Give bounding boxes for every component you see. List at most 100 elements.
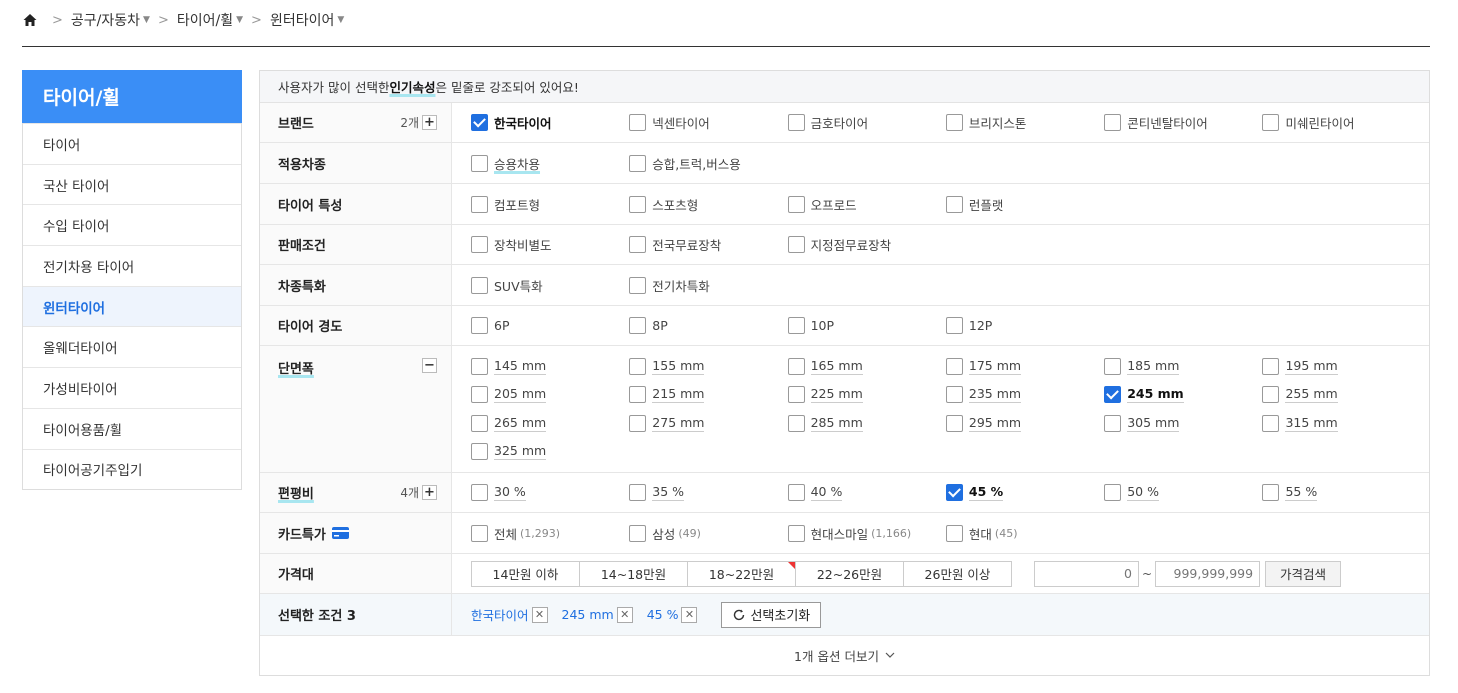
filter-option[interactable]: 전체 (1,293): [471, 519, 629, 548]
filter-option[interactable]: 175 mm: [945, 352, 1104, 381]
filter-option[interactable]: 315 mm: [1262, 409, 1420, 438]
price-range-button[interactable]: 22~26만원: [795, 560, 904, 587]
filter-option[interactable]: 155 mm: [629, 352, 787, 381]
breadcrumb-item-category[interactable]: 공구/자동차 ▼: [71, 10, 150, 30]
filter-option[interactable]: 215 mm: [629, 381, 787, 410]
checkbox-icon[interactable]: [787, 386, 805, 404]
filter-option[interactable]: 30 %: [471, 478, 629, 507]
checkbox-icon[interactable]: [471, 236, 488, 253]
checkbox-icon[interactable]: [945, 317, 963, 334]
checkbox-icon[interactable]: [787, 195, 805, 213]
filter-option[interactable]: 승용차용: [471, 149, 629, 178]
checkbox-icon[interactable]: [1262, 484, 1280, 501]
checkbox-icon[interactable]: [629, 276, 647, 294]
reset-selection-button[interactable]: 선택초기화: [721, 601, 822, 628]
filter-option[interactable]: 305 mm: [1104, 409, 1262, 438]
breadcrumb-item-subcategory[interactable]: 타이어/휠 ▼: [177, 10, 243, 30]
expand-plus-icon[interactable]: +: [422, 485, 437, 500]
filter-option[interactable]: 현대스마일 (1,166): [787, 519, 946, 548]
checkbox-icon[interactable]: [471, 386, 488, 404]
sidebar-item-allweather[interactable]: 올웨더타이어: [23, 326, 241, 367]
sidebar-item-domestic[interactable]: 국산 타이어: [23, 163, 241, 205]
checkbox-icon[interactable]: [471, 524, 488, 542]
sidebar-item-tire[interactable]: 타이어: [23, 123, 241, 164]
filter-option[interactable]: 10P: [787, 311, 946, 340]
checkbox-icon[interactable]: [629, 236, 647, 253]
filter-option[interactable]: 삼성 (49): [629, 519, 787, 548]
checkbox-icon[interactable]: [787, 357, 805, 375]
filter-option[interactable]: 승합,트럭,버스용: [629, 149, 787, 178]
checkbox-icon[interactable]: [1104, 357, 1122, 375]
filter-option[interactable]: 스포츠형: [629, 190, 787, 219]
expand-plus-icon[interactable]: +: [422, 115, 437, 130]
checkbox-icon[interactable]: [945, 414, 963, 432]
filter-option[interactable]: 전기차특화: [629, 271, 787, 300]
filter-option[interactable]: 현대 (45): [945, 519, 1104, 548]
filter-option[interactable]: 285 mm: [787, 409, 946, 438]
checkbox-icon[interactable]: [629, 484, 647, 501]
price-search-button[interactable]: 가격검색: [1265, 560, 1342, 587]
checkbox-checked-icon[interactable]: [1104, 386, 1122, 404]
filter-option[interactable]: 205 mm: [471, 381, 629, 410]
checkbox-icon[interactable]: [629, 154, 647, 172]
checkbox-icon[interactable]: [945, 195, 963, 213]
filter-option[interactable]: 295 mm: [945, 409, 1104, 438]
checkbox-icon[interactable]: [787, 236, 805, 253]
filter-option[interactable]: 컴포트형: [471, 190, 629, 219]
filter-option[interactable]: 8P: [629, 311, 787, 340]
checkbox-icon[interactable]: [1104, 414, 1122, 432]
filter-option[interactable]: 브리지스톤: [945, 108, 1104, 137]
checkbox-icon[interactable]: [471, 357, 488, 375]
sidebar-item-winter[interactable]: 윈터타이어: [23, 285, 241, 327]
checkbox-icon[interactable]: [945, 357, 963, 375]
filter-option[interactable]: SUV특화: [471, 271, 629, 300]
filter-option[interactable]: 금호타이어: [787, 108, 946, 137]
filter-option[interactable]: 265 mm: [471, 409, 629, 438]
home-icon[interactable]: [22, 12, 38, 28]
filter-option[interactable]: 런플랫: [945, 190, 1104, 219]
filter-option[interactable]: 넥센타이어: [629, 108, 787, 137]
filter-option[interactable]: 콘티넨탈타이어: [1104, 108, 1262, 137]
filter-option[interactable]: 255 mm: [1262, 381, 1420, 410]
filter-option[interactable]: 245 mm: [1104, 381, 1262, 410]
checkbox-icon[interactable]: [1104, 114, 1122, 131]
collapse-minus-icon[interactable]: −: [422, 358, 437, 373]
checkbox-icon[interactable]: [787, 317, 805, 334]
checkbox-icon[interactable]: [629, 317, 647, 334]
checkbox-icon[interactable]: [471, 317, 488, 334]
checkbox-icon[interactable]: [471, 276, 488, 294]
price-min-input[interactable]: [1034, 560, 1139, 587]
checkbox-icon[interactable]: [945, 524, 963, 542]
checkbox-icon[interactable]: [629, 357, 647, 375]
filter-option[interactable]: 35 %: [629, 478, 787, 507]
sidebar-item-inflator[interactable]: 타이어공기주입기: [23, 448, 241, 490]
filter-option[interactable]: 145 mm: [471, 352, 629, 381]
filter-option[interactable]: 한국타이어: [471, 108, 629, 137]
filter-option[interactable]: 45 %: [945, 478, 1104, 507]
checkbox-icon[interactable]: [471, 154, 488, 172]
more-options-button[interactable]: 1개 옵션 더보기: [260, 636, 1429, 674]
checkbox-icon[interactable]: [471, 484, 488, 501]
checkbox-icon[interactable]: [471, 414, 488, 432]
filter-option[interactable]: 55 %: [1262, 478, 1420, 507]
checkbox-checked-icon[interactable]: [471, 114, 488, 131]
breadcrumb-item-current[interactable]: 윈터타이어 ▼: [270, 10, 344, 30]
price-range-button[interactable]: 26만원 이상: [903, 560, 1012, 587]
filter-option[interactable]: 165 mm: [787, 352, 946, 381]
filter-option[interactable]: 275 mm: [629, 409, 787, 438]
checkbox-icon[interactable]: [629, 114, 647, 131]
checkbox-icon[interactable]: [629, 386, 647, 404]
checkbox-icon[interactable]: [629, 414, 647, 432]
checkbox-icon[interactable]: [945, 114, 963, 131]
checkbox-icon[interactable]: [629, 195, 647, 213]
price-max-input[interactable]: [1155, 560, 1261, 587]
filter-option[interactable]: 장착비별도: [471, 230, 629, 259]
checkbox-icon[interactable]: [787, 114, 805, 131]
filter-option[interactable]: 195 mm: [1262, 352, 1420, 381]
checkbox-icon[interactable]: [1104, 484, 1122, 501]
checkbox-icon[interactable]: [787, 524, 805, 542]
checkbox-icon[interactable]: [787, 414, 805, 432]
checkbox-icon[interactable]: [1262, 386, 1280, 404]
filter-option[interactable]: 전국무료장착: [629, 230, 787, 259]
filter-option[interactable]: 12P: [945, 311, 1104, 340]
